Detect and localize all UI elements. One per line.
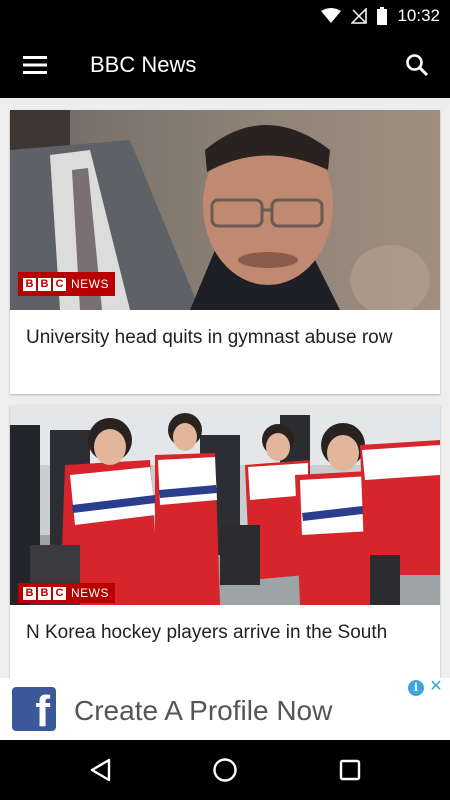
bbc-logo-letter: B bbox=[38, 586, 51, 600]
bbc-logo-blocks: B B C bbox=[23, 277, 66, 291]
back-icon bbox=[90, 758, 111, 782]
ad-text[interactable]: Create A Profile Now bbox=[74, 695, 332, 727]
news-feed[interactable]: B B C NEWS University head quits in gymn… bbox=[0, 98, 450, 678]
bbc-news-label: NEWS bbox=[71, 586, 109, 600]
article-card-university[interactable]: B B C NEWS University head quits in gymn… bbox=[10, 110, 440, 394]
system-nav-bar bbox=[0, 740, 450, 800]
status-bar: 10:32 bbox=[0, 0, 450, 32]
search-button[interactable] bbox=[396, 44, 438, 86]
article-headline[interactable]: N Korea hockey players arrive in the Sou… bbox=[10, 605, 440, 645]
ad-banner[interactable]: f Create A Profile Now i ✕ bbox=[0, 678, 450, 740]
back-button[interactable] bbox=[76, 748, 124, 792]
status-icons: 10:32 bbox=[321, 0, 440, 32]
no-signal-icon bbox=[351, 8, 368, 24]
bbc-logo-letter: C bbox=[53, 277, 66, 291]
article-headline[interactable]: University head quits in gymnast abuse r… bbox=[10, 310, 440, 350]
bbc-logo-letter: B bbox=[38, 277, 51, 291]
menu-button[interactable] bbox=[14, 44, 56, 86]
wifi-icon bbox=[321, 8, 342, 23]
app-title: BBC News bbox=[90, 52, 197, 77]
home-button[interactable] bbox=[201, 748, 249, 792]
recent-apps-icon bbox=[339, 759, 361, 781]
hockey-players-photo bbox=[10, 405, 440, 605]
app-bar: BBC News bbox=[0, 32, 450, 98]
bbc-news-label: NEWS bbox=[71, 277, 109, 291]
battery-icon bbox=[377, 7, 388, 25]
ad-info-icon[interactable]: i bbox=[408, 680, 424, 696]
bbc-logo-blocks: B B C bbox=[23, 586, 66, 600]
hamburger-menu-icon bbox=[23, 56, 47, 74]
facebook-logo-icon: f bbox=[12, 687, 56, 731]
recent-apps-button[interactable] bbox=[326, 748, 374, 792]
article-image: B B C NEWS bbox=[10, 110, 440, 310]
article-image: B B C NEWS bbox=[10, 405, 440, 605]
facebook-logo-letter: f bbox=[35, 687, 50, 731]
search-icon bbox=[406, 54, 429, 77]
bbc-logo-letter: B bbox=[23, 277, 36, 291]
bbc-logo-letter: C bbox=[53, 586, 66, 600]
bbc-news-badge: B B C NEWS bbox=[18, 272, 115, 296]
status-time: 10:32 bbox=[397, 6, 440, 25]
home-icon bbox=[213, 758, 237, 782]
bbc-news-badge: B B C NEWS bbox=[18, 583, 115, 603]
bbc-logo-letter: B bbox=[23, 586, 36, 600]
ad-close-icon[interactable]: ✕ bbox=[428, 679, 444, 695]
article-card-korea[interactable]: B B C NEWS N Korea hockey players arrive… bbox=[10, 405, 440, 678]
